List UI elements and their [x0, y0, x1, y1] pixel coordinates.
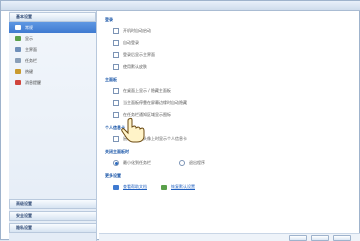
taskbar-icon — [15, 58, 21, 63]
hand-pointer-icon — [121, 117, 145, 143]
radio-button[interactable] — [113, 160, 119, 166]
reset-icon — [161, 184, 167, 190]
apply-button[interactable] — [333, 235, 351, 241]
window-icon — [15, 47, 21, 52]
sidebar-group-advanced[interactable]: 高级设置 — [9, 199, 97, 209]
section-title-more: 更多设置 — [105, 173, 121, 178]
checkbox[interactable] — [113, 88, 119, 94]
checkbox[interactable] — [113, 100, 119, 106]
message-icon — [15, 80, 21, 85]
section-title-login: 登录 — [105, 17, 113, 22]
reset-link[interactable]: 恢复默认设置 — [171, 184, 195, 190]
help-link[interactable]: 查看帮助文档 — [123, 184, 147, 190]
title-bar — [1, 1, 360, 11]
checkbox[interactable] — [113, 28, 119, 34]
checkbox[interactable] — [113, 64, 119, 70]
option-auto-login[interactable]: 自动登录 — [113, 39, 139, 47]
option-default-skin[interactable]: 使用默认皮肤 — [113, 63, 147, 71]
sidebar-item-taskbar[interactable]: 任务栏 — [9, 55, 96, 66]
sidebar-item-display[interactable]: 显示 — [9, 33, 96, 44]
settings-window: 基本设置 常规 显示 主界面 任务栏 热键 消息提醒 高级设置 安全设置 隐私设… — [0, 0, 360, 241]
option-auto-hide[interactable]: 当主面板停靠在屏幕边缘时自动隐藏 — [113, 99, 187, 107]
display-icon — [15, 36, 21, 41]
radio-button[interactable] — [179, 160, 185, 166]
more-links: 查看帮助文档 恢复默认设置 — [113, 183, 195, 191]
settings-icon — [15, 25, 21, 30]
sidebar-item-general[interactable]: 常规 — [9, 22, 96, 33]
option-close-exit[interactable]: 退出程序 — [179, 159, 205, 167]
option-show-main[interactable]: 登录后显示主界面 — [113, 51, 155, 59]
sidebar-group-security[interactable]: 安全设置 — [9, 211, 97, 221]
section-title-close: 关闭主面板时 — [105, 149, 129, 154]
checkbox[interactable] — [113, 52, 119, 58]
option-close-minimize[interactable]: 最小化到任务栏 — [113, 159, 151, 167]
sidebar-item-hotkeys[interactable]: 热键 — [9, 66, 96, 77]
checkbox[interactable] — [113, 40, 119, 46]
help-icon — [113, 184, 119, 190]
sidebar-group-basic[interactable]: 基本设置 — [9, 12, 96, 22]
option-auto-start[interactable]: 开机时自动启动 — [113, 27, 151, 35]
cancel-button[interactable] — [311, 235, 329, 241]
option-show-hide-panel[interactable]: 在桌面上显示 / 隐藏主面板 — [113, 87, 171, 95]
sidebar: 基本设置 常规 显示 主界面 任务栏 热键 消息提醒 高级设置 安全设置 隐私设… — [9, 11, 97, 241]
ok-button[interactable] — [289, 235, 307, 241]
keyboard-icon — [15, 69, 21, 74]
section-title-panel: 主面板 — [105, 77, 117, 82]
sidebar-item-main-window[interactable]: 主界面 — [9, 44, 96, 55]
sidebar-item-messages[interactable]: 消息提醒 — [9, 77, 96, 88]
sidebar-group-privacy[interactable]: 隐私设置 — [9, 223, 97, 233]
